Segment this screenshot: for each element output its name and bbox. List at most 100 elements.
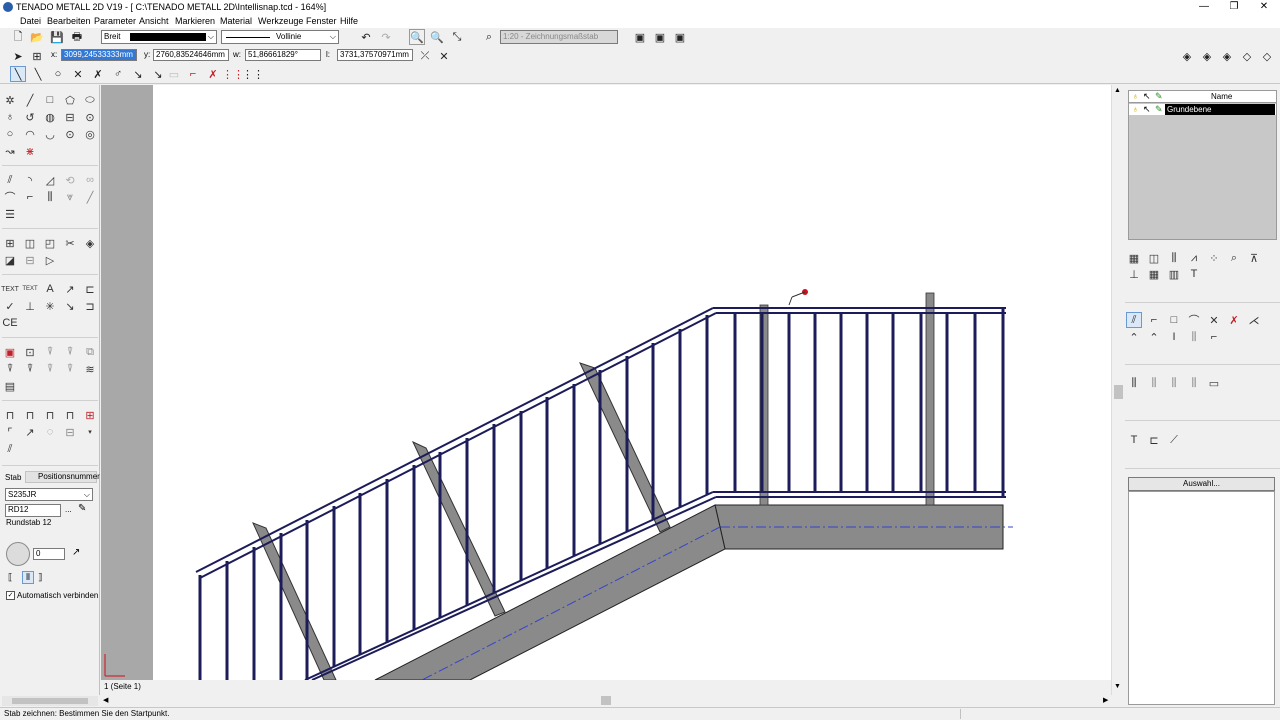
corner2-tool-icon[interactable]: ⌐: [23, 190, 37, 204]
panel-icon[interactable]: ▥: [1166, 266, 1182, 282]
dots-icon[interactable]: ⁘: [1206, 250, 1222, 266]
render-icon-3[interactable]: ◈: [1219, 48, 1235, 64]
left-panel-scrollbar[interactable]: [2, 696, 98, 706]
layer-name[interactable]: Grundebene: [1165, 104, 1275, 115]
measure-box-icon[interactable]: ⊟: [63, 425, 77, 439]
ellipse-tool-icon[interactable]: ⊙: [63, 127, 77, 141]
menu-werkzeuge[interactable]: Werkzeuge: [258, 16, 303, 26]
move-tool-icon[interactable]: ▷: [43, 253, 57, 267]
snap-disabled-icon[interactable]: ▭: [166, 66, 182, 82]
auswahl-button[interactable]: Auswahl...: [1128, 477, 1275, 491]
snap-red-1-icon[interactable]: ⌐: [185, 66, 201, 82]
profile-field[interactable]: RD12: [5, 504, 61, 517]
fence3-icon[interactable]: ⫼: [1166, 375, 1182, 391]
menu-fenster[interactable]: Fenster: [306, 16, 337, 26]
horizontal-scroll-thumb[interactable]: [601, 696, 611, 705]
cross-mode-icon[interactable]: ✕: [70, 66, 86, 82]
bolt-tool-3-icon[interactable]: ⍒: [63, 362, 77, 376]
x-coordinate-field[interactable]: 3099,24533333mm: [61, 49, 137, 61]
view-front-icon[interactable]: ▣: [632, 29, 648, 45]
menu-ansicht[interactable]: Ansicht: [139, 16, 169, 26]
bracket-icon[interactable]: ⌐: [1206, 329, 1222, 345]
zoom-icon[interactable]: 🔍: [429, 29, 445, 45]
snap-perp-icon[interactable]: ↘: [130, 66, 146, 82]
layer-row[interactable]: ♁ ↖ ✎ Grundebene: [1129, 104, 1276, 115]
zoom-window-icon[interactable]: 🔍: [409, 29, 425, 45]
scroll-down-icon[interactable]: ▼: [1114, 683, 1121, 690]
infill-icon[interactable]: ▦: [1146, 266, 1162, 282]
page-tab[interactable]: 1 (Seite 1): [104, 682, 141, 694]
text-tool-icon[interactable]: TEXT: [1, 282, 19, 296]
cross-profile-icon[interactable]: ✕: [1206, 312, 1222, 328]
align-right-icon[interactable]: ⟧: [38, 572, 48, 584]
snap-red-2-icon[interactable]: ✗: [205, 66, 221, 82]
undo-icon[interactable]: ↶: [358, 29, 374, 45]
miter-profile-icon[interactable]: ⋌: [1246, 312, 1262, 328]
scrollbar-thumb[interactable]: [12, 698, 88, 704]
fence4-icon[interactable]: ⫼: [1186, 375, 1202, 391]
vertical-scrollbar[interactable]: ▲ ▼: [1111, 85, 1125, 695]
baluster-icon[interactable]: ⫼: [1166, 250, 1182, 266]
spiral-tool-icon[interactable]: ↺: [23, 110, 37, 124]
measure-circle-icon[interactable]: ◌: [43, 425, 57, 439]
minimize-button[interactable]: —: [1188, 0, 1220, 15]
pen-combo[interactable]: Breit ⌵: [101, 30, 217, 44]
cancel-icon[interactable]: ✕: [436, 48, 452, 64]
line-angle-icon[interactable]: ╲: [30, 66, 46, 82]
restore-button[interactable]: ❐: [1218, 0, 1250, 15]
arc-tool-icon[interactable]: ◠: [23, 127, 37, 141]
arc-profile-icon[interactable]: ⌒: [1186, 312, 1202, 328]
weld-tool-icon[interactable]: ✓: [3, 299, 17, 313]
close-button[interactable]: ✕: [1248, 0, 1280, 15]
frame-tool-icon[interactable]: ⊟: [63, 110, 77, 124]
render-icon-4[interactable]: ◇: [1239, 48, 1255, 64]
snap-cross-icon[interactable]: ✗: [90, 66, 106, 82]
view-side-icon[interactable]: ▣: [652, 29, 668, 45]
horizontal-scrollbar[interactable]: ◀ ▶: [101, 694, 1111, 707]
scale-tool-icon[interactable]: ◰: [43, 236, 57, 250]
arc2-tool-icon[interactable]: ◡: [43, 127, 57, 141]
dimension-tool-icon[interactable]: ↗: [63, 282, 77, 296]
anchor-icon[interactable]: ⊼: [1246, 250, 1262, 266]
stair-curve-icon[interactable]: ⩘: [1186, 250, 1202, 266]
fillet-tool-icon[interactable]: ◝: [23, 173, 37, 187]
font-tool-icon[interactable]: A: [43, 282, 57, 296]
tab-positionsnummer[interactable]: Positionsnummer: [25, 471, 100, 483]
ce-mark-icon[interactable]: CE: [2, 316, 17, 330]
texture-tool-icon[interactable]: ≋: [83, 362, 97, 376]
align-center-icon[interactable]: ⫴: [22, 571, 34, 584]
zoom-all-icon[interactable]: ⤡: [449, 29, 465, 45]
menu-material[interactable]: Material: [220, 16, 252, 26]
circle-tool-icon[interactable]: ○: [3, 127, 17, 141]
scroll-up-icon[interactable]: ▲: [1114, 87, 1121, 94]
profile-t-icon[interactable]: T: [1186, 266, 1202, 282]
circle-center-tool-icon[interactable]: ⊙: [83, 110, 97, 124]
grid-icon[interactable]: ⋮⋮: [242, 66, 264, 82]
leader-tool-icon[interactable]: ↘: [63, 299, 77, 313]
snap-tangent-icon[interactable]: ♂: [110, 66, 126, 82]
snap-mid-icon[interactable]: ↘: [150, 66, 166, 82]
scale-combo[interactable]: 1:20 - Zeichnungsmaßstab: [500, 30, 618, 44]
y-coordinate-field[interactable]: 2760,83524646mm: [153, 49, 229, 61]
menu-hilfe[interactable]: Hilfe: [340, 16, 358, 26]
measure-edit-icon[interactable]: ⫽: [3, 442, 17, 456]
rotation-field[interactable]: 0: [33, 548, 65, 560]
grating-icon[interactable]: ⊏: [1146, 432, 1162, 448]
spline-tool-icon[interactable]: ⋇: [23, 144, 37, 158]
measure-span-icon[interactable]: ⊓: [3, 408, 17, 422]
measure-angle-icon[interactable]: ⊓: [43, 408, 57, 422]
pin-tool-icon[interactable]: ⍒: [43, 345, 57, 359]
diagonal-tool-icon[interactable]: ╱: [83, 190, 97, 204]
parallel-tool-icon[interactable]: ⫽: [3, 173, 17, 187]
measure-red-icon[interactable]: ⊞: [83, 408, 97, 422]
circle-rect-tool-icon[interactable]: ◎: [83, 127, 97, 141]
cut-tool-icon[interactable]: ✂: [63, 236, 77, 250]
search-part-icon[interactable]: ⌕: [1226, 250, 1242, 266]
auswahl-list[interactable]: [1128, 491, 1275, 705]
bolt-remove-tool-icon[interactable]: ⍒: [23, 362, 37, 376]
scale-icon[interactable]: ⌕: [481, 29, 497, 45]
group-tool-icon[interactable]: ⊟: [23, 253, 37, 267]
bolt-tool-icon[interactable]: ⍒: [3, 362, 17, 376]
scroll-left-icon[interactable]: ◀: [103, 696, 108, 704]
angle-profile-icon[interactable]: ⌐: [1146, 312, 1162, 328]
